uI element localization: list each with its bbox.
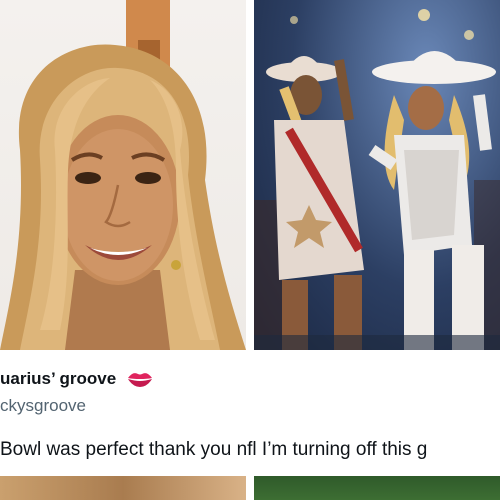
tweet-display-name[interactable]: uarius’ groove [0,369,116,389]
photo-divider [246,0,254,350]
photo-right-performers [254,0,500,350]
lips-kiss-icon [127,370,153,388]
tweet-text: Bowl was perfect thank you nfl I’m turni… [0,439,428,460]
photo-strip-right [254,476,500,500]
tweet-handle[interactable]: ckysgroove [0,396,86,416]
performers-illustration [254,9,500,350]
portrait-illustration [0,0,246,350]
photo-left-portrait [0,0,246,350]
photo-strip-left [0,476,246,500]
